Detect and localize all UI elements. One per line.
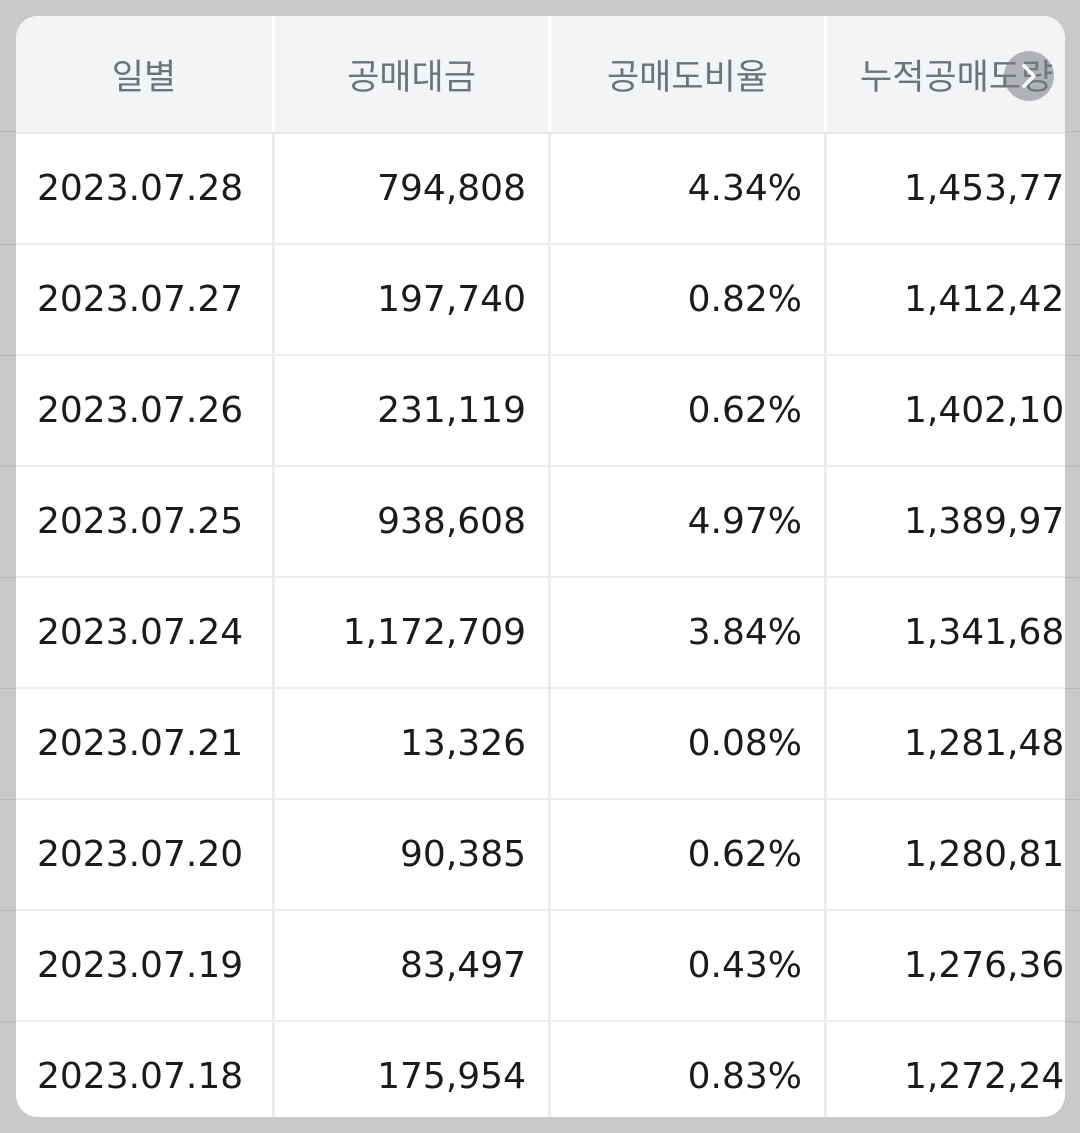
scroll-right-button[interactable] bbox=[1004, 51, 1054, 101]
cell-short-ratio: 0.43% bbox=[551, 911, 827, 1020]
table-row: 2023.07.21 13,326 0.08% 1,281,481 bbox=[16, 689, 1065, 800]
cell-short-ratio: 0.62% bbox=[551, 356, 827, 465]
cell-date: 2023.07.18 bbox=[16, 1022, 275, 1117]
cell-short-amount: 175,954 bbox=[275, 1022, 551, 1117]
cell-short-amount: 197,740 bbox=[275, 245, 551, 354]
cell-cumulative-short-volume: 1,276,362 bbox=[904, 945, 1065, 986]
cell-date: 2023.07.26 bbox=[16, 356, 275, 465]
cell-date: 2023.07.25 bbox=[16, 467, 275, 576]
cell-date: 2023.07.28 bbox=[16, 134, 275, 243]
cell-short-ratio: 0.82% bbox=[551, 245, 827, 354]
cell-short-amount: 13,326 bbox=[275, 689, 551, 798]
cell-cumulative-short-volume: 1,453,775 bbox=[904, 168, 1065, 209]
cell-short-amount: 83,497 bbox=[275, 911, 551, 1020]
column-header-short-ratio[interactable]: 공매도비율 bbox=[551, 16, 827, 132]
cell-date: 2023.07.19 bbox=[16, 911, 275, 1020]
table-row: 2023.07.24 1,172,709 3.84% 1,341,681 bbox=[16, 578, 1065, 689]
table-row: 2023.07.26 231,119 0.62% 1,402,101 bbox=[16, 356, 1065, 467]
column-header-date[interactable]: 일별 bbox=[16, 16, 275, 132]
table-row: 2023.07.20 90,385 0.62% 1,280,819 bbox=[16, 800, 1065, 911]
cell-cumulative-short-volume: 1,402,101 bbox=[904, 390, 1065, 431]
cell-cumulative-short-volume: 1,389,975 bbox=[904, 501, 1065, 542]
cell-short-ratio: 0.08% bbox=[551, 689, 827, 798]
table-row: 2023.07.19 83,497 0.43% 1,276,362 bbox=[16, 911, 1065, 1022]
short-selling-table-card: 일별 공매대금 공매도비율 누적공매도량 2023.07.28 794,808 … bbox=[16, 16, 1065, 1117]
cell-short-ratio: 0.83% bbox=[551, 1022, 827, 1117]
cell-short-amount: 90,385 bbox=[275, 800, 551, 909]
table-row: 2023.07.25 938,608 4.97% 1,389,975 bbox=[16, 467, 1065, 578]
cell-date: 2023.07.20 bbox=[16, 800, 275, 909]
cell-short-ratio: 0.62% bbox=[551, 800, 827, 909]
cell-short-amount: 938,608 bbox=[275, 467, 551, 576]
table-row: 2023.07.27 197,740 0.82% 1,412,424 bbox=[16, 245, 1065, 356]
table-header-row: 일별 공매대금 공매도비율 누적공매도량 bbox=[16, 16, 1065, 134]
chevron-right-icon bbox=[1022, 64, 1036, 88]
cell-short-ratio: 4.97% bbox=[551, 467, 827, 576]
column-header-short-amount[interactable]: 공매대금 bbox=[275, 16, 551, 132]
cell-short-ratio: 4.34% bbox=[551, 134, 827, 243]
cell-short-ratio: 3.84% bbox=[551, 578, 827, 687]
cell-cumulative-short-volume: 1,412,424 bbox=[904, 279, 1065, 320]
cell-short-amount: 794,808 bbox=[275, 134, 551, 243]
table-row: 2023.07.28 794,808 4.34% 1,453,775 bbox=[16, 134, 1065, 245]
cell-date: 2023.07.27 bbox=[16, 245, 275, 354]
cell-cumulative-short-volume: 1,281,481 bbox=[904, 723, 1065, 764]
cell-short-amount: 231,119 bbox=[275, 356, 551, 465]
cell-date: 2023.07.21 bbox=[16, 689, 275, 798]
cell-cumulative-short-volume: 1,280,819 bbox=[904, 834, 1065, 875]
cell-cumulative-short-volume: 1,341,681 bbox=[904, 612, 1065, 653]
cell-date: 2023.07.24 bbox=[16, 578, 275, 687]
cell-cumulative-short-volume: 1,272,241 bbox=[904, 1056, 1065, 1097]
short-selling-table[interactable]: 일별 공매대금 공매도비율 누적공매도량 2023.07.28 794,808 … bbox=[16, 16, 1065, 1117]
cell-short-amount: 1,172,709 bbox=[275, 578, 551, 687]
table-row: 2023.07.18 175,954 0.83% 1,272,241 bbox=[16, 1022, 1065, 1117]
